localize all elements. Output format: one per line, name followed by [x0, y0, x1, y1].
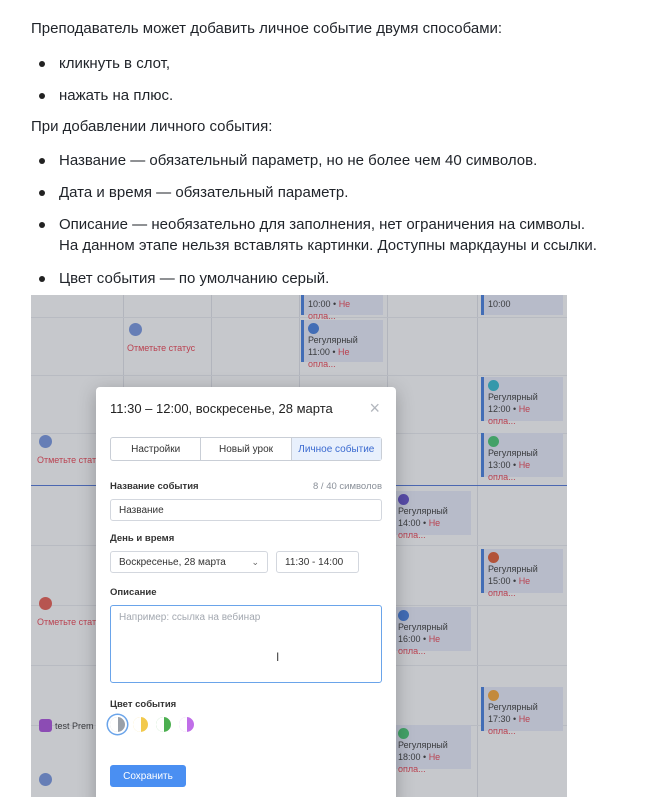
date-select[interactable]: Воскресенье, 28 марта ⌄ [110, 551, 268, 573]
params-list: Название — обязательный параметр, но не … [39, 150, 597, 300]
tab-new-lesson[interactable]: Новый урок [201, 438, 292, 460]
list-item: кликнуть в слот, [39, 53, 173, 85]
description-label: Описание [110, 587, 157, 598]
list-item: Цвет события — по умолчанию серый. [39, 268, 597, 289]
color-option-yellow[interactable] [133, 717, 148, 732]
name-label: Название события [110, 481, 199, 492]
time-range-input[interactable]: 11:30 - 14:00 [276, 551, 359, 573]
list-item: Описание — необязательно для заполнения,… [39, 214, 597, 256]
ways-list: кликнуть в слот, нажать на плюс. [39, 53, 173, 117]
dialog-tabs: Настройки Новый урок Личное событие [110, 437, 382, 461]
list-item: нажать на плюс. [39, 85, 173, 117]
description-placeholder: Например: ссылка на вебинар [119, 612, 261, 623]
name-counter: 8 / 40 символов [313, 481, 382, 492]
dialog-title: 11:30 – 12:00, воскресенье, 28 марта [110, 401, 333, 416]
list-item-line: На данном этапе нельзя вставлять картинк… [59, 237, 597, 254]
text-cursor-icon: I [276, 650, 280, 664]
date-value: Воскресенье, 28 марта [119, 556, 226, 568]
personal-event-dialog: 11:30 – 12:00, воскресенье, 28 марта × Н… [96, 387, 396, 797]
save-button[interactable]: Сохранить [110, 765, 186, 787]
screenshot: 10:00 • Не опла... 10:00 Отметьте статус… [31, 295, 567, 797]
list-item: Дата и время — обязательный параметр. [39, 182, 597, 203]
color-label: Цвет события [110, 699, 177, 710]
list-item: Название — обязательный параметр, но не … [39, 150, 597, 171]
params-intro: При добавлении личного события: [31, 118, 273, 135]
color-option-purple[interactable] [179, 717, 194, 732]
tab-personal-event[interactable]: Личное событие [291, 438, 381, 460]
color-picker [110, 717, 194, 732]
close-icon[interactable]: × [369, 398, 380, 419]
chevron-down-icon: ⌄ [251, 556, 259, 567]
color-option-gray[interactable] [110, 717, 125, 732]
list-item-line: Описание — необязательно для заполнения,… [59, 216, 586, 233]
tab-settings[interactable]: Настройки [111, 438, 202, 460]
datetime-label: День и время [110, 533, 175, 544]
event-name-input[interactable]: Название [110, 499, 382, 521]
intro-text: Преподаватель может добавить личное собы… [31, 20, 503, 37]
description-textarea[interactable]: Например: ссылка на вебинар I [110, 605, 382, 683]
color-option-green[interactable] [156, 717, 171, 732]
